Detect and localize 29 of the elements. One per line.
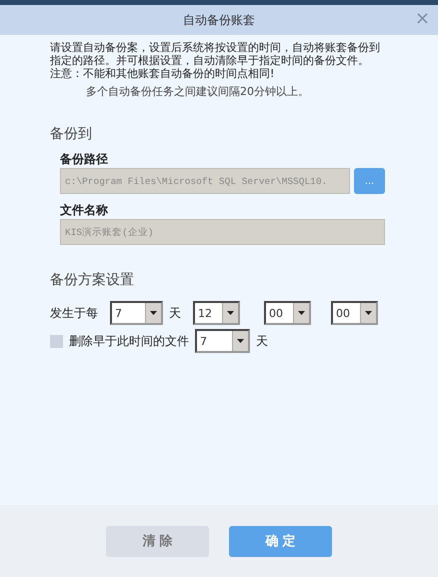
clear-button[interactable]: 清 除 [106, 526, 209, 556]
dropdown-arrow-icon [298, 311, 305, 315]
unit-label: 天 [256, 332, 268, 350]
hint-text: 多个自动备份任务之间建议间隔20分钟以上。 [86, 84, 310, 99]
dropdown[interactable]: 12 [193, 301, 240, 325]
checkbox[interactable] [50, 334, 63, 348]
dropdown-arrow-icon [365, 311, 372, 315]
dropdown-arrow-icon [227, 311, 234, 315]
dropdown[interactable]: 7 [195, 329, 250, 353]
confirm-button[interactable]: 确 定 [229, 526, 332, 556]
field-label: 发生于每 [50, 304, 98, 322]
section-heading: 备份方案设置 [50, 271, 135, 289]
instruction-text: 注意：不能和其他账套自动备份的时间点相同! [50, 67, 276, 80]
dropdown[interactable]: 00 [331, 301, 378, 325]
checkbox-label: 删除早于此时间的文件 [69, 332, 189, 350]
instruction-text: 请设置自动备份案，设置后系统将按设置的时间，自动将账套备份到指定的路径。并可根据设置，自动清除早于指定时间的备份文件。 [50, 41, 380, 67]
dropdown-arrow-icon [150, 311, 157, 315]
unit-label: 天 [169, 304, 181, 322]
dropdown-arrow-icon [237, 339, 244, 343]
path-field[interactable]: c:\Program Files\Microsoft SQL Server\MSSQL10. [60, 168, 350, 194]
dropdown[interactable]: 00 [264, 301, 311, 325]
field-label: 文件名称 [60, 202, 109, 219]
window-title: 自动备份账套 [183, 12, 255, 28]
field-label: 备份路径 [60, 151, 109, 168]
file-name-field[interactable]: KIS演示账套(企业) [60, 219, 385, 245]
close-button[interactable]: × [414, 9, 430, 29]
browse-button[interactable]: ... [354, 168, 385, 194]
section-heading: 备份到 [50, 125, 93, 143]
dropdown[interactable]: 7 [110, 301, 163, 325]
